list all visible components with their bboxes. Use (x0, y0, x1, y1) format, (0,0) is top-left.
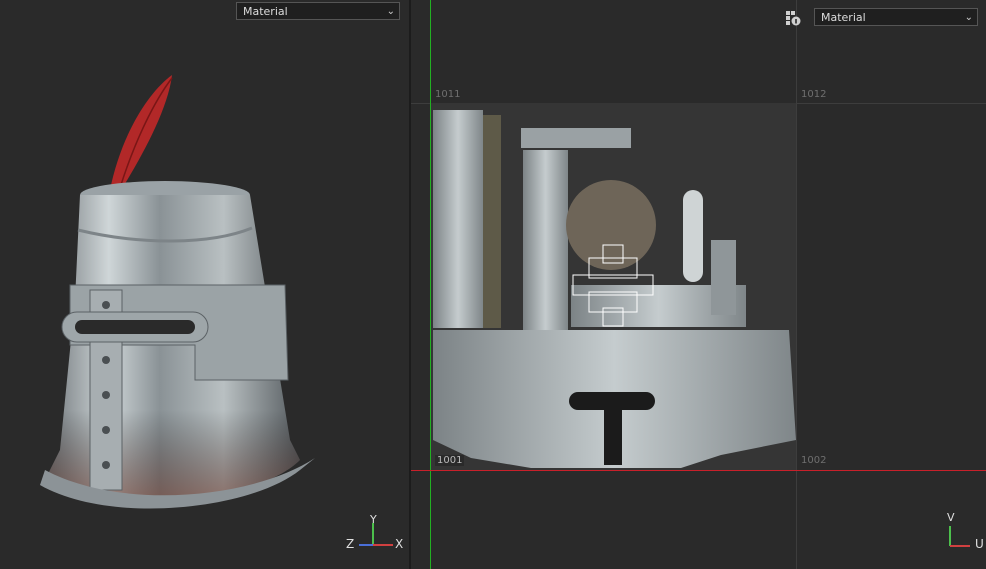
material-select-uv-value: Material (821, 11, 866, 24)
uv-axis-u-line (411, 470, 986, 471)
material-select-3d[interactable]: Material ⌄ (236, 2, 400, 20)
axis-label-z: Z (346, 537, 355, 551)
material-select-uv[interactable]: Material ⌄ (814, 8, 978, 26)
material-select-3d-value: Material (243, 5, 288, 18)
helmet-model[interactable] (0, 0, 409, 569)
uv-texture-layout (433, 110, 796, 468)
viewport-3d[interactable]: Z Y X Material ⌄ (0, 0, 409, 569)
display-options-icon[interactable] (785, 10, 801, 26)
udim-label-1012: 1012 (801, 89, 827, 100)
axis-label-u: U (975, 537, 984, 551)
uv-axis-v-line (430, 0, 431, 569)
chevron-down-icon: ⌄ (386, 6, 395, 17)
axis-label-y: Y (370, 513, 377, 526)
viewport-uv[interactable]: 1011 1012 1001 1002 V U Material ⌄ (411, 0, 986, 569)
udim-label-1001: 1001 (435, 455, 465, 466)
axis-label-x: X (395, 537, 404, 551)
chevron-down-icon: ⌄ (964, 12, 973, 23)
udim-label-1002: 1002 (801, 455, 827, 466)
axis-label-v: V (947, 511, 955, 524)
udim-label-1011: 1011 (435, 89, 461, 100)
